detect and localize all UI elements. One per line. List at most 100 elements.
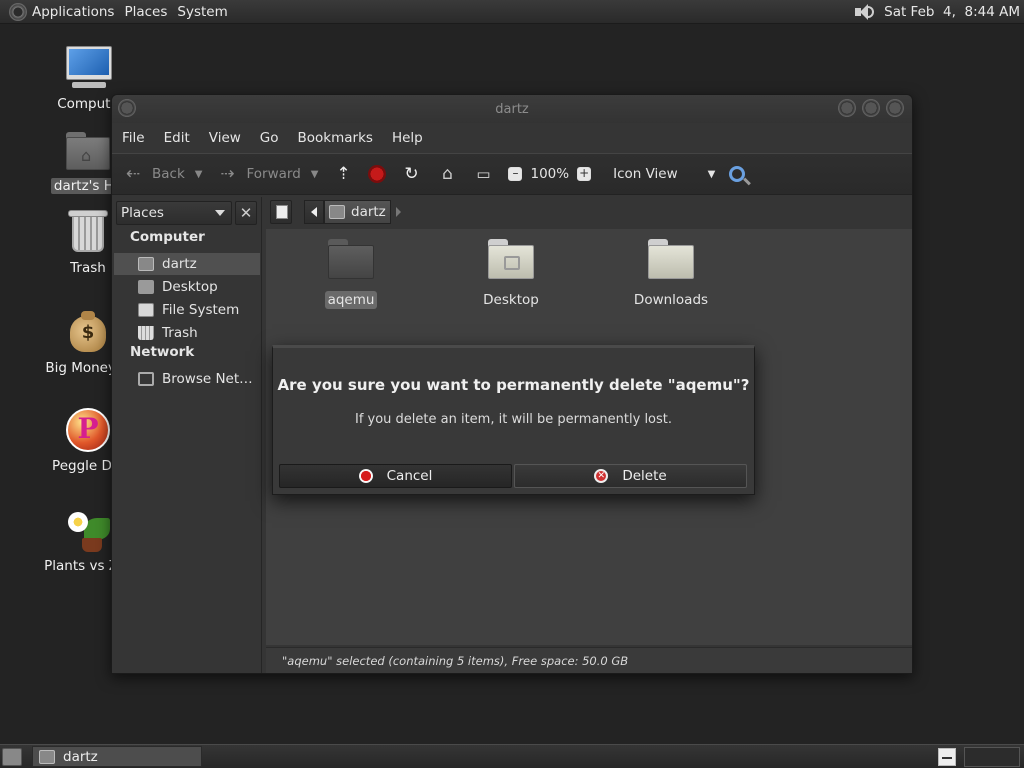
applications-label: Applications: [32, 3, 115, 20]
pencil-icon: [276, 205, 288, 219]
toolbar: ⇠ Back ▼ ⇢ Forward ▼ ⇡ ↻ ⌂ ▭ – 100% + Ic…: [112, 153, 912, 195]
delete-button[interactable]: ✕ Delete: [514, 464, 747, 488]
up-button[interactable]: ⇡: [332, 163, 354, 185]
forward-arrow-icon: ⇢: [220, 164, 235, 184]
delete-icon: ✕: [594, 469, 609, 483]
folder-icon: [648, 239, 694, 279]
minimize-button[interactable]: [838, 99, 856, 117]
cancel-button[interactable]: Cancel: [279, 464, 512, 488]
home-icon: [329, 205, 345, 219]
volume-icon[interactable]: [852, 2, 876, 22]
home-icon: [138, 257, 154, 271]
maximize-button[interactable]: [862, 99, 880, 117]
top-panel: Applications Places System Sat Feb 4, 8:…: [0, 0, 1024, 24]
window-titlebar[interactable]: dartz: [112, 95, 912, 123]
dialog-message: If you delete an item, it will be perman…: [354, 412, 673, 427]
workspace-switcher[interactable]: [964, 747, 1020, 767]
plants-icon: [64, 508, 112, 554]
file-item-desktop[interactable]: Desktop: [451, 239, 571, 309]
path-button-label: dartz: [351, 204, 386, 220]
delete-label: Delete: [622, 468, 667, 484]
drive-icon: [138, 303, 154, 317]
dialog-title: Are you sure you want to permanently del…: [277, 376, 750, 394]
path-scroll-right-button[interactable]: [391, 200, 405, 224]
delete-confirm-dialog: Are you sure you want to permanently del…: [272, 345, 755, 495]
location-bar: dartz: [267, 199, 907, 225]
sidebar-close-button[interactable]: ✕: [235, 201, 257, 225]
up-arrow-icon: ⇡: [336, 164, 351, 184]
forward-button[interactable]: ⇢ Forward ▼: [216, 163, 318, 185]
edit-location-button[interactable]: [270, 200, 292, 224]
menu-file[interactable]: File: [122, 130, 145, 146]
trash-icon: [64, 210, 112, 256]
home-button[interactable]: ⌂: [436, 163, 458, 185]
system-menu[interactable]: System: [172, 0, 232, 24]
sidebar-type-label: Places: [121, 205, 164, 221]
network-icon: [138, 372, 154, 386]
workspace-switcher-icon[interactable]: [938, 748, 956, 766]
computer-button[interactable]: ▭: [472, 163, 494, 185]
sidebar-heading-computer: Computer: [130, 229, 205, 245]
desktop-folder-icon: [138, 280, 154, 294]
sidebar-item-file-system[interactable]: File System: [114, 299, 260, 321]
bottom-panel: dartz: [0, 744, 1024, 768]
menu-go[interactable]: Go: [260, 130, 279, 146]
menu-edit[interactable]: Edit: [164, 130, 190, 146]
zoom-level[interactable]: 100%: [530, 166, 569, 182]
taskbar-item-label: dartz: [63, 748, 98, 765]
reload-icon: ↻: [404, 164, 419, 184]
path-scroll-left-button[interactable]: [304, 200, 324, 224]
places-label: Places: [124, 3, 168, 20]
sidebar-item-label: dartz: [162, 256, 197, 272]
system-label: System: [177, 3, 228, 20]
peggle-icon: P: [64, 408, 112, 454]
window-title: dartz: [495, 102, 529, 117]
file-item-label: aqemu: [324, 291, 378, 309]
zoom-in-icon[interactable]: +: [577, 167, 592, 181]
view-mode-select[interactable]: Icon View ▼: [613, 166, 715, 182]
sidebar-item-desktop[interactable]: Desktop: [114, 276, 260, 298]
desktop-folder-icon: [488, 239, 534, 279]
places-menu[interactable]: Places: [119, 0, 172, 24]
search-button[interactable]: [729, 166, 746, 182]
applications-menu[interactable]: Applications: [0, 0, 119, 24]
sidebar-item-label: File System: [162, 302, 240, 318]
back-history-dropdown-icon[interactable]: ▼: [195, 169, 203, 180]
reload-button[interactable]: ↻: [400, 163, 422, 185]
cancel-icon: [358, 469, 373, 483]
computer-icon: [64, 46, 112, 92]
menu-view[interactable]: View: [209, 130, 241, 146]
file-item-downloads[interactable]: Downloads: [611, 239, 731, 309]
clock[interactable]: Sat Feb 4, 8:44 AM: [884, 4, 1020, 20]
sidebar-item-trash[interactable]: Trash: [114, 322, 260, 344]
folder-icon: [328, 239, 374, 279]
menu-help[interactable]: Help: [392, 130, 423, 146]
forward-label: Forward: [246, 166, 301, 182]
menubar: File Edit View Go Bookmarks Help: [112, 125, 912, 151]
trash-icon: [138, 326, 154, 340]
chevron-down-icon: ▼: [707, 168, 716, 180]
file-item-aqemu[interactable]: aqemu: [291, 239, 411, 309]
back-arrow-icon: ⇠: [125, 164, 141, 184]
zoom-controls: – 100% +: [508, 166, 599, 182]
back-button[interactable]: ⇠ Back ▼: [122, 163, 203, 185]
sidebar-type-select[interactable]: Places: [116, 201, 232, 225]
path-button-dartz[interactable]: dartz: [324, 200, 391, 224]
show-desktop-icon[interactable]: [2, 748, 22, 766]
view-mode-label: Icon View: [613, 166, 678, 182]
computer-small-icon: ▭: [476, 165, 491, 183]
stop-button[interactable]: [368, 165, 387, 183]
close-button[interactable]: [886, 99, 904, 117]
zoom-out-icon[interactable]: –: [508, 167, 523, 181]
home-folder-icon: ⌂: [64, 128, 112, 174]
file-item-label: Desktop: [483, 292, 539, 308]
menu-bookmarks[interactable]: Bookmarks: [298, 130, 373, 146]
taskbar-item-dartz[interactable]: dartz: [32, 746, 202, 767]
sidebar-heading-network: Network: [130, 344, 195, 360]
forward-history-dropdown-icon[interactable]: ▼: [311, 169, 319, 180]
sidebar-item-browse-network[interactable]: Browse Net…: [114, 368, 260, 390]
sidebar-item-label: Trash: [162, 325, 198, 341]
sidebar-item-dartz[interactable]: dartz: [114, 253, 260, 275]
file-item-label: Downloads: [633, 292, 709, 308]
sidebar: Places ✕ Computer dartz Desktop File Sys…: [112, 197, 262, 673]
